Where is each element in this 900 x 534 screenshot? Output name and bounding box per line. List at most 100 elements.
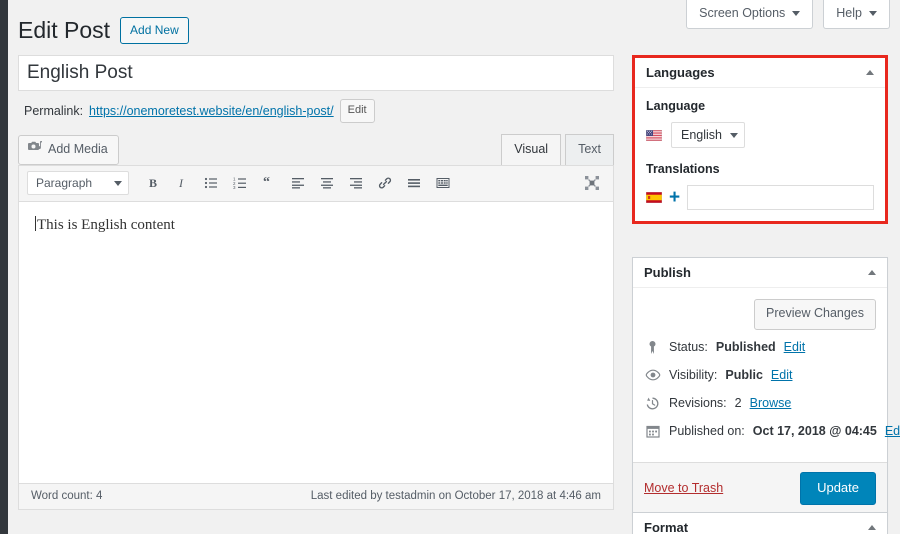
add-new-button[interactable]: Add New: [120, 17, 189, 44]
publish-actions: Move to Trash Update: [633, 462, 887, 514]
revisions-icon: [644, 395, 661, 412]
help-label: Help: [836, 7, 862, 20]
status-row: Status: Published Edit: [644, 339, 876, 356]
format-metabox: Format: [632, 512, 888, 534]
page-header: Edit Post Add New: [18, 16, 189, 46]
languages-metabox: Languages Language: [635, 58, 885, 221]
preview-changes-button[interactable]: Preview Changes: [754, 299, 876, 330]
chevron-down-icon: [869, 11, 877, 16]
published-on-row: Published on: Oct 17, 2018 @ 04:45 Edit: [644, 423, 876, 440]
eye-icon: [644, 367, 661, 384]
permalink-label: Permalink:: [24, 104, 83, 118]
publish-metabox-title: Publish: [644, 265, 691, 280]
preview-row: Preview Changes: [644, 299, 876, 330]
permalink-link[interactable]: https://onemoretest.website/en/english-p…: [89, 104, 334, 118]
wordpress-edit-post-screen: Screen Options Help Edit Post Add New Pe…: [0, 0, 900, 534]
tab-visual[interactable]: Visual: [501, 134, 561, 164]
published-on-value: Oct 17, 2018 @ 04:45: [753, 424, 877, 438]
paragraph-format-value: Paragraph: [36, 176, 92, 190]
italic-icon[interactable]: I: [169, 170, 195, 196]
link-icon[interactable]: [372, 170, 398, 196]
svg-text:I: I: [178, 176, 184, 190]
word-count-label: Word count: 4: [31, 490, 102, 502]
editor-status-bar: Word count: 4 Last edited by testadmin o…: [19, 483, 613, 509]
language-select-value: English: [681, 128, 722, 142]
paragraph-format-select[interactable]: Paragraph: [27, 171, 129, 195]
editor-toolbar: Paragraph B I 1: [19, 166, 613, 202]
format-metabox-header[interactable]: Format: [633, 513, 887, 534]
language-select[interactable]: English: [671, 122, 745, 148]
toolbar-toggle-icon[interactable]: [430, 170, 456, 196]
editor-mode-tabs: Visual Text: [497, 134, 614, 164]
format-metabox-wrapper: Format: [632, 512, 888, 534]
translation-search-input[interactable]: [687, 185, 874, 210]
languages-highlight-frame: Languages Language: [632, 55, 888, 224]
page-title: Edit Post: [18, 16, 110, 46]
chevron-down-icon: [792, 11, 800, 16]
language-label: Language: [646, 99, 874, 113]
bold-icon[interactable]: B: [140, 170, 166, 196]
edit-date-link[interactable]: Edit: [885, 424, 900, 438]
svg-text:3: 3: [233, 185, 236, 190]
numbered-list-icon[interactable]: 1 2 3: [227, 170, 253, 196]
es-flag-icon: [646, 192, 662, 203]
post-content-text: This is English content: [37, 217, 175, 233]
align-left-icon[interactable]: [285, 170, 311, 196]
languages-metabox-body: Language: [635, 88, 885, 221]
chevron-up-icon[interactable]: [868, 525, 876, 530]
tab-text[interactable]: Text: [565, 134, 614, 164]
add-translation-icon[interactable]: +: [669, 188, 680, 207]
svg-text:B: B: [149, 176, 157, 190]
media-and-mode-row: Add Media Visual Text: [18, 137, 614, 165]
help-button[interactable]: Help: [823, 0, 890, 29]
move-to-trash-link[interactable]: Move to Trash: [644, 481, 723, 495]
pin-icon: [644, 339, 661, 356]
chevron-up-icon[interactable]: [868, 270, 876, 275]
translation-row: +: [646, 185, 874, 210]
post-title-input[interactable]: [18, 55, 614, 91]
screen-meta-links: Screen Options Help: [686, 0, 890, 29]
chevron-down-icon: [114, 181, 122, 186]
svg-text:“: “: [263, 176, 270, 190]
last-edited-label: Last edited by testadmin on October 17, …: [311, 490, 601, 502]
language-selector-row: English: [646, 122, 874, 148]
visibility-row: Visibility: Public Edit: [644, 367, 876, 384]
update-button[interactable]: Update: [800, 472, 876, 505]
bulleted-list-icon[interactable]: [198, 170, 224, 196]
post-content-editor[interactable]: This is English content: [19, 202, 613, 483]
chevron-down-icon: [730, 133, 738, 138]
visibility-value: Public: [725, 368, 763, 382]
align-right-icon[interactable]: [343, 170, 369, 196]
edit-status-link[interactable]: Edit: [784, 340, 806, 354]
calendar-icon: [644, 423, 661, 440]
translations-label: Translations: [646, 162, 874, 176]
status-value: Published: [716, 340, 776, 354]
screen-options-label: Screen Options: [699, 7, 785, 20]
publish-metabox-body: Preview Changes Status: Published Edit: [633, 288, 887, 462]
publish-metabox-header[interactable]: Publish: [633, 258, 887, 288]
blockquote-icon[interactable]: “: [256, 170, 282, 196]
publish-metabox: Publish Preview Changes Status:: [632, 257, 888, 515]
add-media-button[interactable]: Add Media: [18, 135, 119, 165]
visibility-label: Visibility:: [669, 368, 717, 382]
revisions-value: 2: [735, 396, 742, 410]
browse-revisions-link[interactable]: Browse: [750, 396, 792, 410]
editor-container: Paragraph B I 1: [18, 165, 614, 510]
screen-options-button[interactable]: Screen Options: [686, 0, 813, 29]
chevron-up-icon[interactable]: [866, 70, 874, 75]
languages-metabox-header[interactable]: Languages: [635, 58, 885, 88]
edit-visibility-link[interactable]: Edit: [771, 368, 793, 382]
revisions-row: Revisions: 2 Browse: [644, 395, 876, 412]
us-flag-icon: [646, 130, 662, 141]
status-label: Status:: [669, 340, 708, 354]
align-center-icon[interactable]: [314, 170, 340, 196]
add-media-label: Add Media: [48, 141, 108, 159]
published-on-label: Published on:: [669, 424, 745, 438]
read-more-icon[interactable]: [401, 170, 427, 196]
edit-slug-button[interactable]: Edit: [340, 99, 375, 123]
languages-metabox-title: Languages: [646, 65, 715, 80]
permalink-row: Permalink: https://onemoretest.website/e…: [18, 99, 614, 123]
post-editor-column: Permalink: https://onemoretest.website/e…: [18, 55, 614, 510]
media-camera-icon: [28, 140, 42, 159]
distraction-free-icon[interactable]: [579, 170, 605, 196]
